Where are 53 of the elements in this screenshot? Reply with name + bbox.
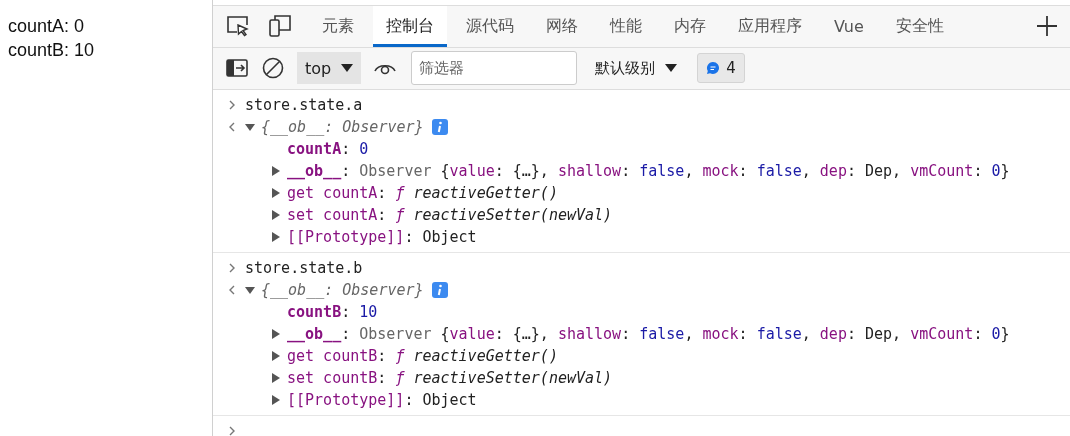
property-line: __ob__: Observer {value: {…}, shallow: false, mock: false, dep: Dep, vmCount: 0} [287,325,1010,343]
expanded-triangle-icon[interactable] [245,122,255,132]
devtools-tab[interactable]: 网络 [533,6,591,47]
property-line: get countA: ƒ reactiveGetter() [287,184,558,202]
caret-icon [341,63,354,74]
clear-icon[interactable] [261,56,285,81]
inspect-icon[interactable] [225,14,251,39]
property-line: countB: 10 [287,303,378,321]
page-text: countA: 0 [8,16,86,37]
property-line: [[Prototype]]: Object [287,228,477,246]
collapsed-triangle-icon[interactable] [271,373,281,383]
info-icon[interactable] [431,119,448,135]
console-command-text: store.state.a [245,96,363,114]
devtools-tab[interactable]: 安全性 [882,6,957,47]
caret-icon [665,63,678,74]
collapsed-triangle-icon[interactable] [271,351,281,361]
add-icon[interactable] [1036,15,1058,38]
output-chevron-icon [227,285,237,295]
property-line: set countB: ƒ reactiveSetter(newVal) [287,369,613,387]
property-line: set countA: ƒ reactiveSetter(newVal) [287,206,613,224]
console-command-text: store.state.b [245,259,363,277]
message-count-button[interactable]: 4 [697,53,745,84]
level-dropdown[interactable]: 默认级别 [589,57,684,79]
property-line: __ob__: Observer {value: {…}, shallow: false, mock: false, dep: Dep, vmCount: 0} [287,162,1010,180]
devtools-tab[interactable]: Vue [821,6,877,47]
devtools-tab[interactable]: 元素 [309,6,367,47]
devtools-tab[interactable]: 内存 [661,6,719,47]
collapsed-triangle-icon[interactable] [271,210,281,220]
message-icon [706,61,721,76]
devtools-tab[interactable]: 性能 [597,6,655,47]
property-line: countA: 0 [287,140,369,158]
object-summary[interactable]: {__ob__: Observer} [261,281,424,299]
devtools-tab[interactable]: 控制台 [373,6,447,47]
context-dropdown[interactable]: top [297,52,362,85]
collapsed-triangle-icon[interactable] [271,188,281,198]
output-chevron-icon [227,122,237,132]
devtools-tab[interactable]: 源代码 [453,6,527,47]
input-chevron-icon [227,100,237,110]
collapsed-triangle-icon[interactable] [271,329,281,339]
input-chevron-icon [227,263,237,273]
device-icon[interactable] [267,14,293,39]
prompt-chevron-icon [227,426,237,436]
object-summary[interactable]: {__ob__: Observer} [261,118,424,136]
expanded-triangle-icon[interactable] [245,285,255,295]
filter-field[interactable]: 筛选器 [411,51,578,86]
collapsed-triangle-icon[interactable] [271,232,281,242]
page-text: countB: 10 [8,40,96,61]
devtools-tab[interactable]: 应用程序 [725,6,815,47]
property-line: get countB: ƒ reactiveGetter() [287,347,558,365]
info-icon[interactable] [431,282,448,298]
property-line: [[Prototype]]: Object [287,391,477,409]
collapsed-triangle-icon[interactable] [271,166,281,176]
collapsed-triangle-icon[interactable] [271,395,281,405]
